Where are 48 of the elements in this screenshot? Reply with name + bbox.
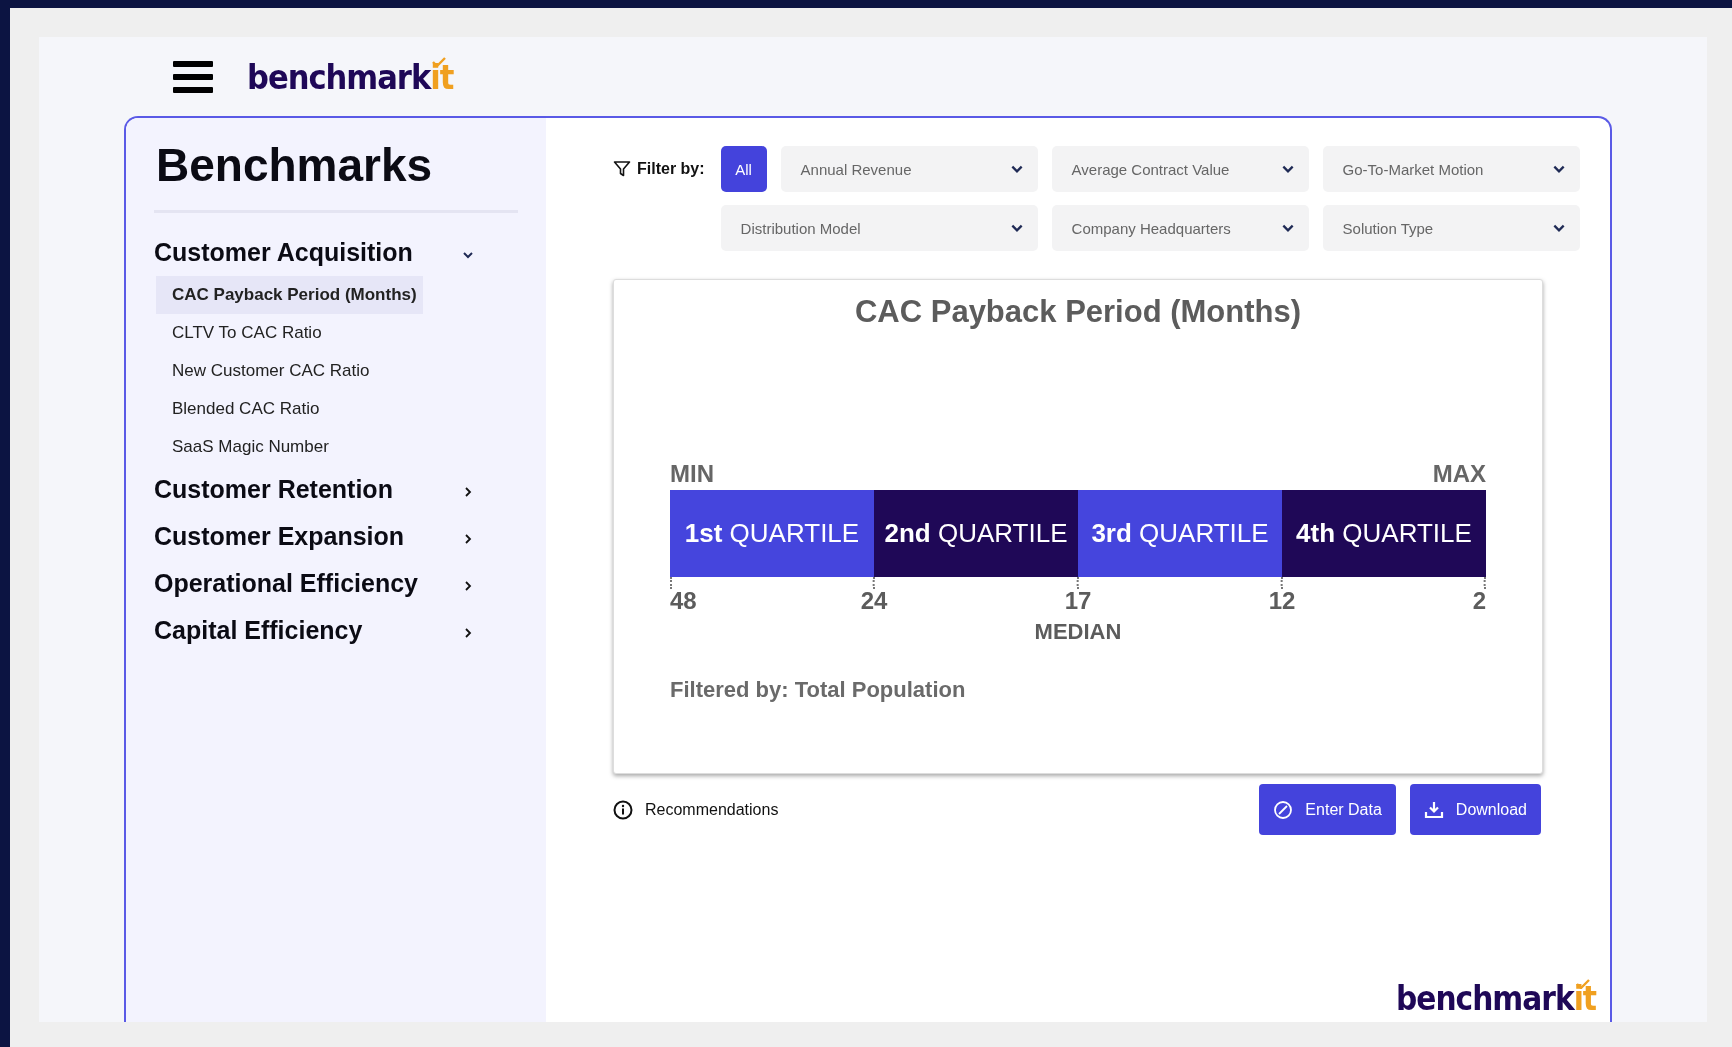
- axis-tick-label: 12: [1268, 589, 1296, 613]
- quartile-segment: 2nd QUARTILE: [874, 490, 1078, 577]
- quartile-segment: 1st QUARTILE: [670, 490, 874, 577]
- median-label: MEDIAN: [1034, 619, 1122, 645]
- sidebar-section[interactable]: Customer Expansion: [154, 513, 474, 560]
- sidebar-item[interactable]: CAC Payback Period (Months): [156, 276, 423, 314]
- sidebar-section[interactable]: Operational Efficiency: [154, 560, 474, 607]
- sidebar-item[interactable]: New Customer CAC Ratio: [156, 352, 376, 390]
- quartile-segment: 3rd QUARTILE: [1078, 490, 1282, 577]
- filter-label: Filter by:: [637, 160, 705, 178]
- edit-icon: [1273, 799, 1294, 820]
- dropdown[interactable]: Company Headquarters: [1051, 205, 1309, 251]
- axis-tick-label: 24: [860, 589, 888, 613]
- info-icon: [613, 799, 633, 820]
- min-label: MIN: [670, 460, 714, 488]
- filter-summary: Filtered by: Total Population: [670, 677, 967, 703]
- menu-button[interactable]: [173, 60, 213, 93]
- enter-data-button[interactable]: Enter Data: [1259, 784, 1396, 835]
- logo: benchmarkit: [247, 56, 454, 97]
- sidebar-item[interactable]: SaaS Magic Number: [156, 428, 335, 466]
- axis-tick-label: 17: [1064, 589, 1092, 613]
- max-label: MAX: [1432, 460, 1486, 488]
- dropdown[interactable]: Annual Revenue: [780, 146, 1038, 192]
- quartile-segment: 4th QUARTILE: [1282, 490, 1486, 577]
- chevron-icon: [462, 579, 474, 592]
- axis-tick-label: 48: [670, 589, 697, 613]
- dropdown[interactable]: Distribution Model: [720, 205, 1038, 251]
- chevron-icon: [462, 485, 474, 498]
- download-icon: [1423, 799, 1444, 820]
- chevron-icon: [462, 626, 474, 639]
- dropdown[interactable]: Solution Type: [1322, 205, 1580, 251]
- filter-icon: [613, 160, 631, 178]
- sidebar-section[interactable]: Customer Retention: [154, 466, 474, 513]
- menu-icon: [173, 60, 213, 93]
- recommendations-link[interactable]: Recommendations: [613, 799, 779, 820]
- sidebar-section[interactable]: Capital Efficiency: [154, 607, 474, 654]
- page-title: Benchmarks: [156, 138, 434, 192]
- all-button[interactable]: All: [720, 146, 767, 192]
- download-button[interactable]: Download: [1409, 784, 1541, 835]
- dropdown[interactable]: Go-To-Market Motion: [1322, 146, 1580, 192]
- logo: benchmarkit: [1396, 979, 1596, 1018]
- axis-tick-label: 2: [1472, 589, 1486, 613]
- sidebar-item[interactable]: Blended CAC Ratio: [156, 390, 326, 428]
- chart-title: CAC Payback Period (Months): [853, 294, 1303, 330]
- sidebar-section[interactable]: Customer Acquisition: [154, 229, 474, 276]
- sidebar-item[interactable]: CLTV To CAC Ratio: [156, 314, 328, 352]
- chevron-icon: [462, 532, 474, 545]
- dropdown[interactable]: Average Contract Value: [1051, 146, 1309, 192]
